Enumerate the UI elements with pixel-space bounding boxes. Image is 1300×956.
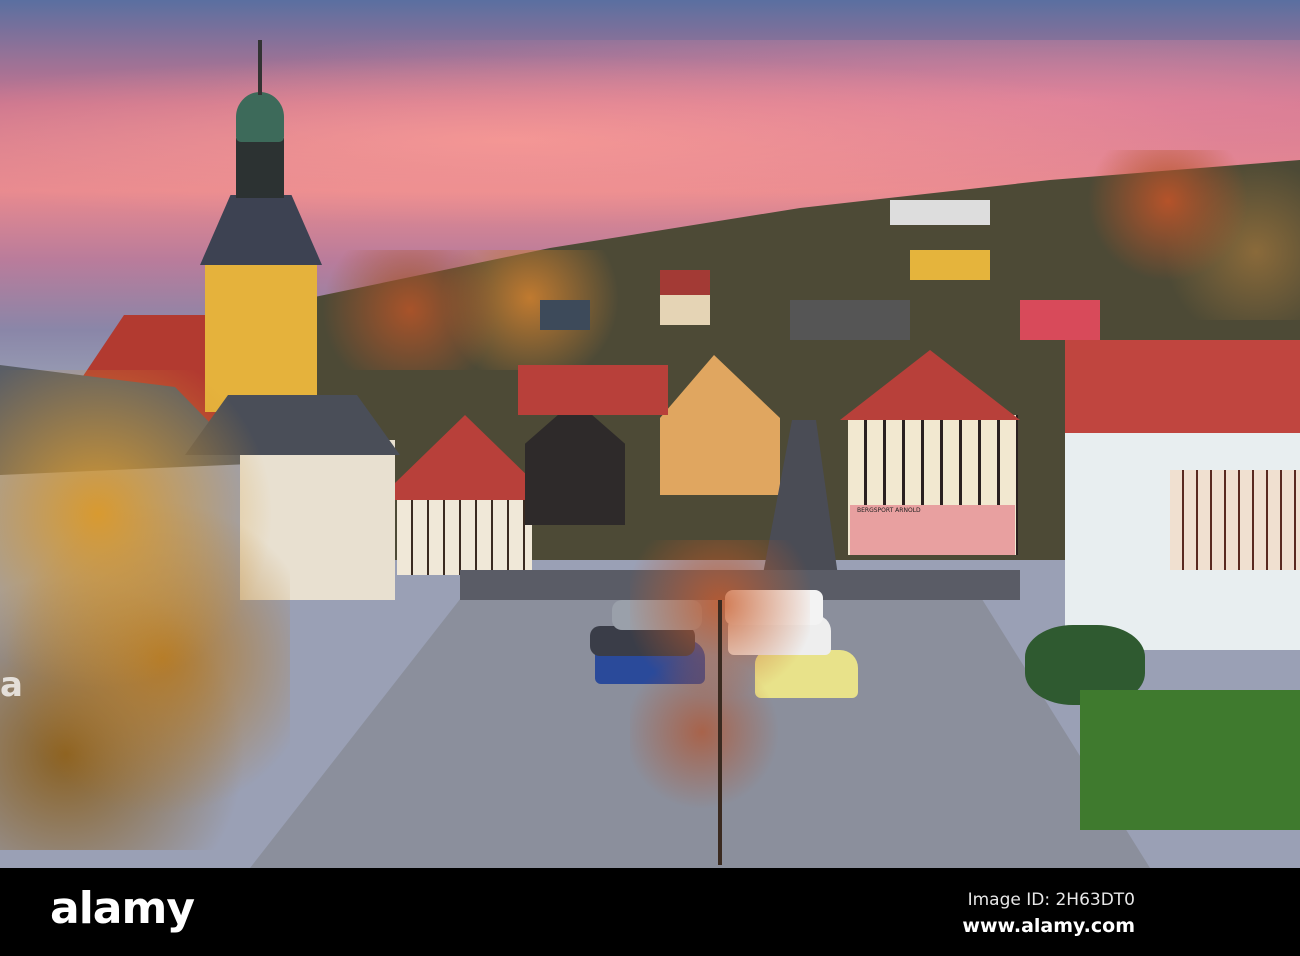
red-roofs-center — [518, 365, 668, 415]
alamy-url: www.alamy.com — [962, 915, 1135, 937]
watermark-bar — [0, 868, 1300, 956]
tree-trunk — [718, 600, 722, 865]
hill-houses — [500, 200, 1100, 360]
church-dome — [236, 92, 284, 142]
autumn-tree-left — [0, 370, 290, 850]
alamy-logo: alamy — [50, 883, 195, 934]
church-spire — [258, 40, 262, 95]
watermark-left: a — [0, 665, 23, 705]
town-photo: BERGSPORT ARNOLD a — [0, 0, 1300, 868]
autumn-trees-right — [1080, 150, 1300, 320]
right-timber-house — [1170, 470, 1300, 570]
lawn — [1080, 690, 1300, 830]
half-timber-house-left — [397, 495, 532, 575]
image-id: Image ID: 2H63DT0 — [967, 890, 1135, 910]
shop-sign: BERGSPORT ARNOLD — [857, 507, 921, 514]
church-belfry — [236, 138, 284, 198]
